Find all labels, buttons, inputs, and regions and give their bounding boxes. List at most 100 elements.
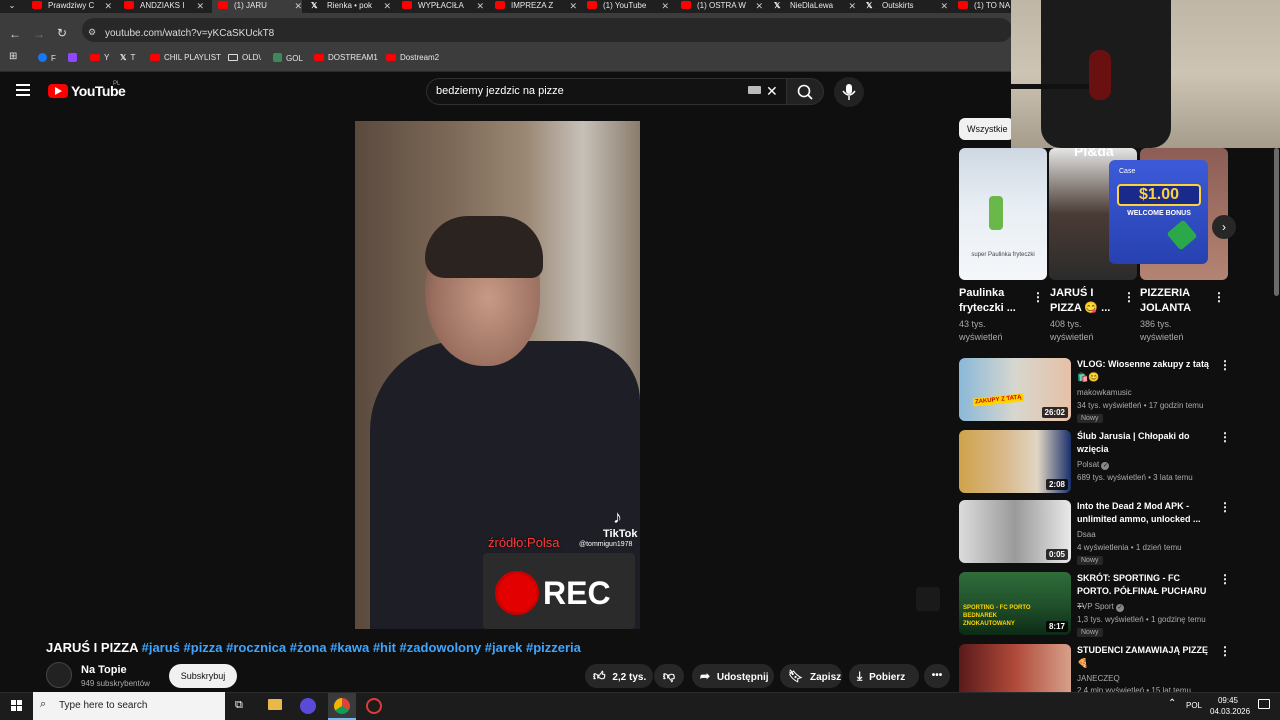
video-thumbnail-3[interactable]: SPORTING - FC PORTO BEDNAREK ZNOKAUTOWAN… bbox=[959, 572, 1071, 635]
task-view-icon[interactable]: ⧉ bbox=[235, 699, 243, 712]
youtube-icon bbox=[218, 1, 228, 9]
short-title-1[interactable]: JARUŚ I PIZZA 😋 ... bbox=[1050, 286, 1120, 316]
recording-app-icon[interactable] bbox=[366, 698, 382, 714]
new-badge: Nowy bbox=[1077, 556, 1103, 565]
tab-3[interactable]: 𝕏 Rienka • pok ✕ bbox=[311, 0, 391, 13]
video-channel-0[interactable]: makowkamusic bbox=[1077, 388, 1132, 397]
video-player[interactable]: ♪ TikTok @tommigun1978 źródło:Polsa REC bbox=[355, 121, 640, 629]
video-channel-1[interactable]: Polsat ✓ bbox=[1077, 460, 1110, 470]
shorts-next-button[interactable]: › bbox=[1212, 215, 1236, 239]
video-channel-2[interactable]: Dsaa bbox=[1077, 530, 1096, 539]
notifications-icon[interactable] bbox=[1258, 699, 1270, 709]
voice-search-button[interactable] bbox=[834, 77, 864, 107]
short-thumbnail-0[interactable]: super Paulinka fryteczki bbox=[959, 148, 1047, 280]
bookmark-chil-playlist[interactable]: CHIL PLAYLIST bbox=[150, 53, 221, 62]
close-icon[interactable]: ✕ bbox=[196, 0, 204, 12]
tab-10[interactable]: (1) TO NA bbox=[958, 0, 1018, 13]
close-icon[interactable]: ✕ bbox=[940, 0, 948, 12]
video-thumbnail-0[interactable]: ZAKUPY Z TATĄ 26:02 bbox=[959, 358, 1071, 421]
close-icon[interactable]: ✕ bbox=[476, 0, 484, 12]
tab-label: Outskirts bbox=[882, 1, 914, 10]
bookmark-dostream2[interactable]: Dostream2 bbox=[386, 53, 439, 62]
close-icon[interactable]: ✕ bbox=[661, 0, 669, 12]
keyboard-icon[interactable] bbox=[748, 86, 761, 94]
bookmark-old-folder[interactable]: OLD\ bbox=[228, 53, 261, 62]
channel-avatar[interactable] bbox=[46, 662, 72, 688]
reload-icon[interactable]: ↻ bbox=[57, 26, 67, 40]
close-icon[interactable]: ✕ bbox=[848, 0, 856, 12]
file-explorer-icon[interactable] bbox=[268, 699, 282, 710]
tab-1[interactable]: ANDZIAKS I ✕ bbox=[124, 0, 204, 13]
bookmark-gol[interactable]: GOL bbox=[273, 53, 303, 63]
windows-start-icon[interactable] bbox=[11, 700, 23, 712]
channel-name: Polsat bbox=[1077, 460, 1100, 469]
more-actions-button[interactable]: ••• bbox=[924, 664, 950, 688]
more-vertical-icon[interactable]: ⋮ bbox=[1123, 290, 1135, 304]
tab-4[interactable]: WYPŁACIŁA ✕ bbox=[402, 0, 484, 13]
share-button[interactable]: ➦ Udostępnij bbox=[692, 664, 774, 688]
system-clock[interactable]: 09:45 04.03.2026 bbox=[1210, 695, 1250, 717]
video-title-1[interactable]: Ślub Jarusia | Chłopaki do wzięcia bbox=[1077, 430, 1212, 456]
tab-7[interactable]: (1) OSTRA W ✕ bbox=[681, 0, 763, 13]
video-hashtags[interactable]: #jaruś #pizza #rocznica #żona #kawa #hit… bbox=[142, 640, 581, 655]
short-title-0[interactable]: Paulinka fryteczki ... bbox=[959, 286, 1029, 316]
bookmark-twitch[interactable] bbox=[68, 53, 77, 63]
subscribe-button[interactable]: Subskrybuj bbox=[169, 664, 237, 688]
video-thumbnail-1[interactable]: 2:08 bbox=[959, 430, 1071, 493]
tab-9[interactable]: 𝕏 Outskirts ✕ bbox=[866, 0, 948, 13]
menu-icon[interactable] bbox=[16, 84, 30, 96]
bookmark-f[interactable]: F bbox=[38, 53, 56, 63]
tab-0[interactable]: Prawdziwy C ✕ bbox=[32, 0, 112, 13]
search-button[interactable] bbox=[786, 78, 824, 105]
video-title-0[interactable]: VLOG: Wiosenne zakupy z tatą 🛍️😊 bbox=[1077, 358, 1212, 384]
back-arrow-icon[interactable]: ← bbox=[9, 27, 21, 41]
more-vertical-icon[interactable]: ⋮ bbox=[1032, 290, 1044, 304]
close-icon[interactable]: ✕ bbox=[383, 0, 391, 12]
channel-watermark-icon[interactable] bbox=[916, 587, 940, 611]
apps-grid-icon[interactable]: ⊞ bbox=[9, 51, 17, 62]
bookmark-dostream1[interactable]: DOSTREAM1 bbox=[314, 53, 378, 62]
more-vertical-icon[interactable]: ⋮ bbox=[1219, 500, 1231, 514]
tab-5[interactable]: IMPREZA Z ✕ bbox=[495, 0, 577, 13]
close-icon[interactable]: ✕ bbox=[569, 0, 577, 12]
page-scrollbar[interactable] bbox=[1274, 148, 1279, 296]
video-thumbnail-4[interactable] bbox=[959, 644, 1071, 692]
bookmark-t[interactable]: 𝕏T bbox=[120, 53, 135, 62]
video-title-2[interactable]: Into the Dead 2 Mod APK - unlimited ammo… bbox=[1077, 500, 1212, 526]
tab-6[interactable]: (1) YouTube ✕ bbox=[587, 0, 669, 13]
forward-arrow-icon[interactable]: → bbox=[33, 27, 45, 41]
video-channel-4[interactable]: JANECZEQ bbox=[1077, 674, 1120, 683]
chrome-taskbar-button[interactable] bbox=[328, 693, 356, 720]
video-channel-3[interactable]: TVP Sport ✓ bbox=[1077, 602, 1124, 612]
more-vertical-icon[interactable]: ⋮ bbox=[1219, 572, 1231, 586]
input-language[interactable]: POL bbox=[1186, 701, 1202, 710]
site-info-icon[interactable]: ⚙ bbox=[88, 27, 96, 38]
more-vertical-icon[interactable]: ⋮ bbox=[1213, 290, 1225, 304]
youtube-logo-icon[interactable] bbox=[48, 84, 68, 98]
tab-search-icon[interactable]: ⌄ bbox=[0, 0, 24, 13]
clear-search-icon[interactable]: ✕ bbox=[766, 83, 778, 100]
more-vertical-icon[interactable]: ⋮ bbox=[1219, 430, 1231, 444]
app-icon[interactable] bbox=[300, 698, 316, 714]
video-thumbnail-2[interactable]: 0:05 bbox=[959, 500, 1071, 563]
like-button[interactable]: 👍︎ 2,2 tys. bbox=[585, 664, 653, 688]
youtube-icon bbox=[386, 54, 396, 61]
short-title-2[interactable]: PIZZERIA JOLANTA bbox=[1140, 286, 1210, 316]
close-icon[interactable]: ✕ bbox=[294, 0, 302, 12]
download-button[interactable]: ⤓ Pobierz bbox=[849, 664, 919, 688]
chevron-up-icon[interactable]: ⌃ bbox=[1168, 698, 1176, 709]
promo-banner[interactable]: Case $1.00 WELCOME BONUS bbox=[1109, 160, 1208, 264]
close-icon[interactable]: ✕ bbox=[755, 0, 763, 12]
dislike-button[interactable]: 👎︎ bbox=[654, 664, 684, 688]
chip-all[interactable]: Wszystkie bbox=[959, 118, 1014, 140]
channel-name[interactable]: Na Topie bbox=[81, 664, 127, 676]
tab-2[interactable]: (1) JARU ✕ bbox=[212, 0, 302, 13]
tab-8[interactable]: 𝕏 NieDlaLewa ✕ bbox=[774, 0, 856, 13]
more-vertical-icon[interactable]: ⋮ bbox=[1219, 644, 1231, 658]
bookmark-y[interactable]: Y bbox=[90, 53, 109, 62]
save-button[interactable]: 🔖︎ Zapisz bbox=[780, 664, 842, 688]
video-title-4[interactable]: STUDENCI ZAMAWIAJĄ PIZZĘ 🍕 bbox=[1077, 644, 1212, 670]
folder-icon bbox=[228, 54, 238, 61]
more-vertical-icon[interactable]: ⋮ bbox=[1219, 358, 1231, 372]
close-icon[interactable]: ✕ bbox=[104, 0, 112, 12]
